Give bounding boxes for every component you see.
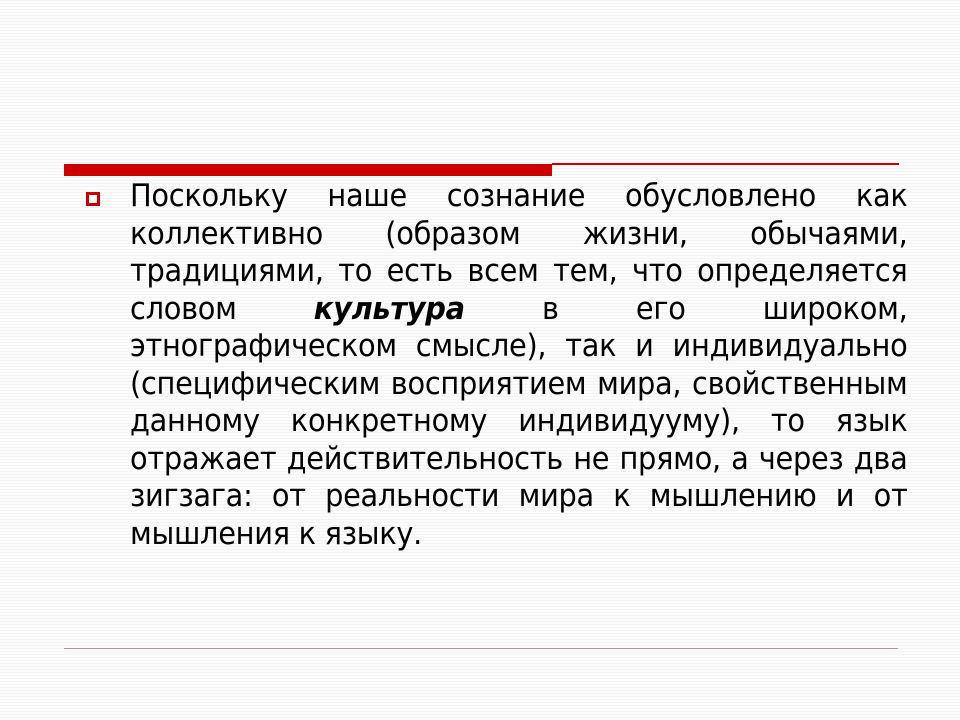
- square-bullet-icon: [86, 192, 100, 206]
- paragraph-text-end: в его широком, этнографическом смысле), …: [130, 290, 908, 552]
- emphasized-term: культура: [313, 290, 465, 327]
- header-rule-thick: [64, 164, 552, 176]
- footer-rule: [64, 648, 898, 649]
- slide-paragraph: Поскольку наше сознание обусловлено как …: [130, 178, 908, 553]
- header-rule-thin: [552, 163, 899, 165]
